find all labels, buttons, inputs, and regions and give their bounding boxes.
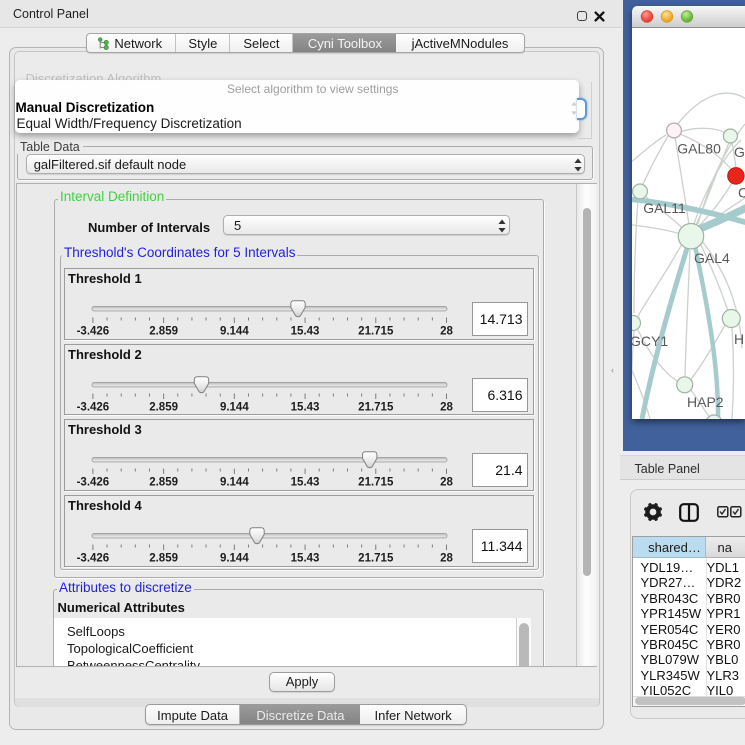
svg-text:2.859: 2.859 [149, 553, 178, 565]
svg-text:28: 28 [440, 553, 453, 565]
svg-text:GA: GA [734, 144, 745, 160]
svg-text:9.144: 9.144 [219, 326, 248, 338]
svg-text:28: 28 [440, 326, 453, 338]
svg-text:-3.426: -3.426 [76, 401, 109, 413]
svg-text:C: C [738, 184, 745, 200]
svg-text:15.43: 15.43 [290, 553, 319, 565]
svg-text:21.715: 21.715 [358, 553, 394, 565]
svg-text:9.144: 9.144 [219, 401, 248, 413]
svg-text:2.859: 2.859 [149, 326, 178, 338]
svg-text:21.715: 21.715 [358, 477, 394, 489]
svg-text:-3.426: -3.426 [76, 326, 109, 338]
svg-text:GCY1: GCY1 [632, 333, 668, 349]
svg-text:GAL11: GAL11 [643, 200, 686, 216]
svg-text:9.144: 9.144 [219, 477, 248, 489]
svg-text:28: 28 [440, 401, 453, 413]
svg-text:GAL4: GAL4 [694, 250, 730, 266]
svg-text:15.43: 15.43 [290, 401, 319, 413]
svg-text:GAL80: GAL80 [677, 140, 721, 156]
svg-text:21.715: 21.715 [358, 401, 394, 413]
svg-text:9.144: 9.144 [219, 553, 248, 565]
svg-text:15.43: 15.43 [290, 477, 319, 489]
svg-text:H: H [734, 331, 744, 347]
svg-text:2.859: 2.859 [149, 401, 178, 413]
svg-text:HAP2: HAP2 [687, 394, 724, 410]
svg-text:-3.426: -3.426 [76, 477, 109, 489]
svg-text:-3.426: -3.426 [76, 553, 109, 565]
svg-text:2.859: 2.859 [149, 477, 178, 489]
svg-text:28: 28 [440, 477, 453, 489]
svg-text:15.43: 15.43 [290, 326, 319, 338]
svg-text:21.715: 21.715 [358, 326, 394, 338]
